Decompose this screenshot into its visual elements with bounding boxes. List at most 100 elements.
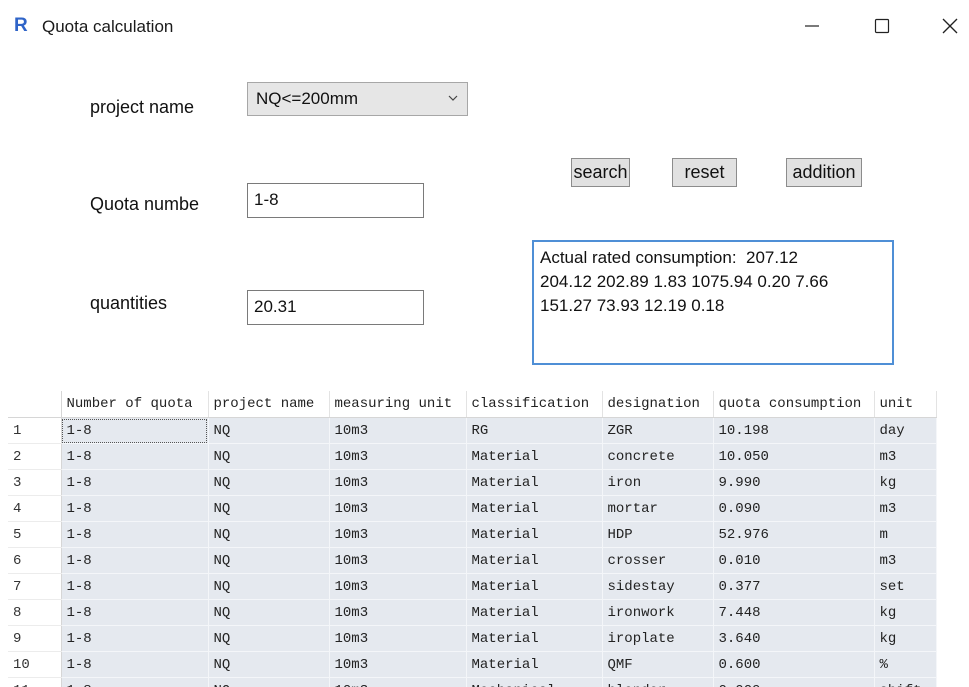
table-cell[interactable]: m3 [874, 495, 937, 522]
project-name-select[interactable]: NQ<=200mm [247, 82, 468, 116]
table-cell[interactable]: 52.976 [713, 521, 875, 548]
table-cell[interactable]: concrete [602, 443, 714, 470]
table-cell[interactable]: NQ [208, 677, 330, 687]
table-cell[interactable]: sidestay [602, 573, 714, 600]
row-header[interactable]: 8 [8, 599, 62, 626]
table-cell[interactable]: crosser [602, 547, 714, 574]
table-cell[interactable]: 10.050 [713, 443, 875, 470]
table-cell[interactable]: 1-8 [61, 599, 209, 626]
table-cell[interactable]: m [874, 521, 937, 548]
table-row[interactable]: 2 1-8 NQ 10m3 Material concrete 10.050 m3 [8, 443, 937, 470]
table-cell[interactable]: 10m3 [329, 521, 467, 548]
table-cell[interactable]: Material [466, 495, 603, 522]
table-cell[interactable]: NQ [208, 547, 330, 574]
maximize-button[interactable] [852, 0, 912, 52]
table-cell[interactable]: NQ [208, 469, 330, 496]
table-cell[interactable]: set [874, 573, 937, 600]
table-cell[interactable]: Material [466, 651, 603, 678]
table-cell[interactable]: NQ [208, 573, 330, 600]
table-cell[interactable]: 1-8 [61, 469, 209, 496]
row-header[interactable]: 1 [8, 417, 62, 444]
column-header[interactable]: measuring unit [329, 391, 467, 418]
table-cell[interactable]: 1-8 [61, 521, 209, 548]
table-cell[interactable]: NQ [208, 625, 330, 652]
table-cell[interactable]: 10m3 [329, 495, 467, 522]
table-cell[interactable]: 1-8 [61, 495, 209, 522]
table-row[interactable]: 9 1-8 NQ 10m3 Material iroplate 3.640 kg [8, 625, 937, 652]
table-cell[interactable]: Mechanical [466, 677, 603, 687]
table-cell[interactable]: 10m3 [329, 443, 467, 470]
table-row[interactable]: 4 1-8 NQ 10m3 Material mortar 0.090 m3 [8, 495, 937, 522]
table-cell[interactable]: Material [466, 599, 603, 626]
table-cell[interactable]: 0.010 [713, 547, 875, 574]
table-row[interactable]: 3 1-8 NQ 10m3 Material iron 9.990 kg [8, 469, 937, 496]
row-header[interactable]: 2 [8, 443, 62, 470]
table-cell[interactable]: NQ [208, 521, 330, 548]
table-cell[interactable]: kg [874, 625, 937, 652]
table-cell[interactable]: 1-8 [61, 573, 209, 600]
reset-button[interactable]: reset [672, 158, 737, 187]
table-cell[interactable]: 1-8 [61, 625, 209, 652]
table-cell[interactable]: RG [466, 417, 603, 444]
table-cell[interactable]: 7.448 [713, 599, 875, 626]
column-header[interactable]: unit [874, 391, 937, 418]
table-cell[interactable]: 0.009 [713, 677, 875, 687]
table-cell[interactable]: 3.640 [713, 625, 875, 652]
table-cell[interactable]: ZGR [602, 417, 714, 444]
table-row[interactable]: 8 1-8 NQ 10m3 Material ironwork 7.448 kg [8, 599, 937, 626]
row-header[interactable]: 4 [8, 495, 62, 522]
table-cell[interactable]: % [874, 651, 937, 678]
table-row[interactable]: 111-8NQ10m3Mechanicalblender0.009shift [8, 677, 937, 687]
table-cell[interactable]: NQ [208, 443, 330, 470]
table-cell[interactable]: shift [874, 677, 937, 687]
table-row[interactable]: 7 1-8 NQ 10m3 Material sidestay 0.377 set [8, 573, 937, 600]
table-cell[interactable]: HDP [602, 521, 714, 548]
table-cell[interactable]: kg [874, 599, 937, 626]
table-cell[interactable]: 10m3 [329, 417, 467, 444]
addition-button[interactable]: addition [786, 158, 862, 187]
quota-number-input[interactable]: 1-8 [247, 183, 424, 218]
table-cell[interactable]: QMF [602, 651, 714, 678]
table-cell[interactable]: Material [466, 547, 603, 574]
table-cell[interactable]: iroplate [602, 625, 714, 652]
table-cell[interactable]: 0.090 [713, 495, 875, 522]
column-header[interactable]: designation [602, 391, 714, 418]
table-row[interactable]: 5 1-8 NQ 10m3 Material HDP 52.976 m [8, 521, 937, 548]
table-cell[interactable]: 10m3 [329, 677, 467, 687]
table-cell[interactable]: 1-8 [61, 417, 209, 444]
table-cell[interactable]: 0.600 [713, 651, 875, 678]
table-cell[interactable]: day [874, 417, 937, 444]
row-header[interactable]: 6 [8, 547, 62, 574]
table-cell[interactable]: NQ [208, 599, 330, 626]
table-cell[interactable]: kg [874, 469, 937, 496]
column-header[interactable]: Number of quota [61, 391, 209, 418]
table-cell[interactable]: NQ [208, 651, 330, 678]
row-header[interactable]: 11 [8, 677, 62, 687]
table-row[interactable]: 6 1-8 NQ 10m3 Material crosser 0.010 m3 [8, 547, 937, 574]
row-header[interactable]: 5 [8, 521, 62, 548]
table-cell[interactable]: m3 [874, 547, 937, 574]
table-cell[interactable]: ironwork [602, 599, 714, 626]
table-cell[interactable]: 10m3 [329, 547, 467, 574]
quantities-input[interactable]: 20.31 [247, 290, 424, 325]
table-row[interactable]: 10 1-8 NQ 10m3 Material QMF 0.600% [8, 651, 937, 678]
table-cell[interactable]: 9.990 [713, 469, 875, 496]
row-header[interactable]: 7 [8, 573, 62, 600]
table-cell[interactable]: 10m3 [329, 573, 467, 600]
table-cell[interactable]: blender [602, 677, 714, 687]
row-header[interactable]: 10 [8, 651, 62, 678]
row-header[interactable]: 3 [8, 469, 62, 496]
table-cell[interactable]: Material [466, 469, 603, 496]
table-cell[interactable]: 0.377 [713, 573, 875, 600]
table-cell[interactable]: 10m3 [329, 625, 467, 652]
table-cell[interactable]: Material [466, 521, 603, 548]
search-button[interactable]: search [571, 158, 630, 187]
table-cell[interactable]: 1-8 [61, 677, 209, 687]
table-cell[interactable]: Material [466, 625, 603, 652]
data-grid[interactable]: Number of quota project name measuring uni… [8, 391, 969, 687]
table-cell[interactable]: 10.198 [713, 417, 875, 444]
table-cell[interactable]: mortar [602, 495, 714, 522]
minimize-button[interactable] [782, 0, 842, 52]
table-cell[interactable]: Material [466, 573, 603, 600]
column-header[interactable]: quota consumption [713, 391, 875, 418]
